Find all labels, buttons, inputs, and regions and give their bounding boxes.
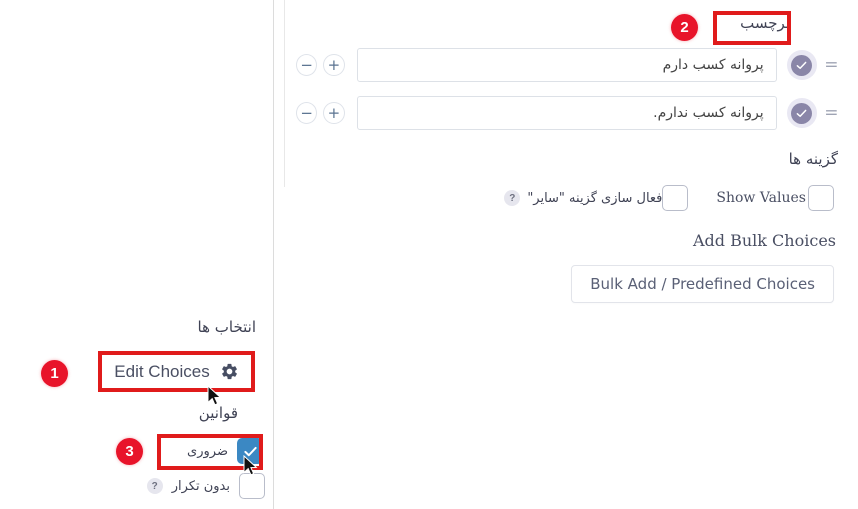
enable-other-label: فعال سازی گزینه "سایر" <box>527 190 663 206</box>
choice-selected-check-icon[interactable] <box>786 50 817 80</box>
add-choice-button[interactable]: + <box>323 54 345 76</box>
annotation-highlight-label <box>713 11 791 45</box>
choice-text-input[interactable] <box>356 96 777 130</box>
panel-divider <box>273 0 274 509</box>
sidebar-choices-heading: انتخاب ها <box>197 318 257 336</box>
app-root: برچسب = + − = + − گزینه ها ? فعال سازی گ… <box>0 0 858 509</box>
choice-row: = + − <box>296 95 844 131</box>
drag-handle-icon[interactable]: = <box>823 55 840 75</box>
rule-row-no-duplicates: بدون تکرار ? <box>146 473 265 499</box>
no-duplicates-label: بدون تکرار <box>171 478 230 494</box>
choice-row: = + − <box>296 47 844 83</box>
remove-choice-button[interactable]: − <box>296 102 318 124</box>
annotation-badge-3: 3 <box>116 438 143 465</box>
show-values-checkbox[interactable] <box>808 185 834 211</box>
add-bulk-choices-heading: Add Bulk Choices <box>692 231 836 250</box>
drag-handle-icon[interactable]: = <box>823 103 840 123</box>
annotation-badge-1: 1 <box>41 360 68 387</box>
options-toggles-row: ? فعال سازی گزینه "سایر" Show Values <box>504 185 834 211</box>
enable-other-checkbox[interactable] <box>662 185 689 211</box>
no-duplicates-checkbox[interactable] <box>239 473 265 499</box>
options-section-heading: گزینه ها <box>788 150 838 168</box>
show-values-label: Show Values <box>716 190 806 206</box>
rules-section-heading: قوانین <box>198 404 238 422</box>
panel-divider-secondary <box>284 0 285 187</box>
annotation-badge-2: 2 <box>671 14 698 41</box>
annotation-highlight-edit-choices <box>98 351 255 392</box>
bulk-add-predefined-choices-button[interactable]: Bulk Add / Predefined Choices <box>571 265 834 303</box>
remove-choice-button[interactable]: − <box>296 54 318 76</box>
choice-selected-check-icon[interactable] <box>786 98 817 128</box>
choice-text-input[interactable] <box>356 48 777 82</box>
annotation-highlight-required <box>157 434 263 470</box>
add-choice-button[interactable]: + <box>323 102 345 124</box>
enable-other-help-icon[interactable]: ? <box>504 190 521 206</box>
no-duplicates-help-icon[interactable]: ? <box>146 478 163 494</box>
